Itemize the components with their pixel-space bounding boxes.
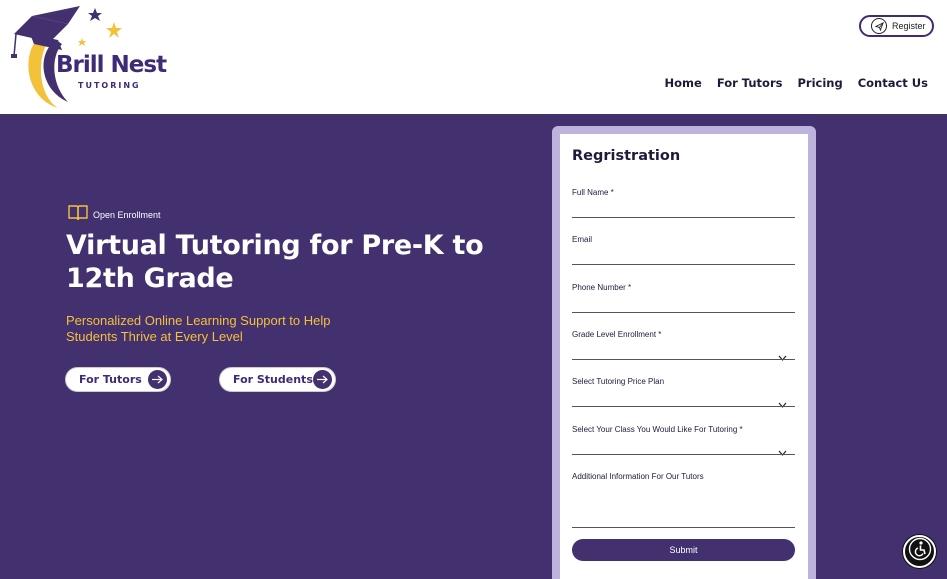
phone-field: Phone Number * [572, 283, 795, 313]
additional-info-field: Additional Information For Our Tutors [572, 472, 795, 528]
class-select-underline [572, 454, 795, 455]
book-icon [68, 204, 88, 226]
email-label: Email [572, 235, 593, 244]
class-select-field[interactable]: Select Your Class You Would Like For Tut… [572, 425, 795, 456]
price-plan-underline [572, 406, 795, 407]
for-tutors-label: For Tutors [79, 373, 142, 386]
chevron-down-icon [778, 443, 787, 461]
hero-section: Open Enrollment Virtual Tutoring for Pre… [0, 114, 947, 579]
registration-card-frame: Regristration Full Name * Email Phone Nu… [552, 126, 816, 579]
accessibility-button[interactable] [903, 535, 936, 568]
enrollment-badge: Open Enrollment [68, 204, 161, 226]
hero-title: Virtual Tutoring for Pre-K to 12th Grade [66, 230, 484, 294]
full-name-label: Full Name * [572, 188, 614, 197]
phone-input[interactable] [572, 294, 795, 312]
nav-pricing[interactable]: Pricing [797, 76, 842, 90]
email-underline [572, 264, 795, 265]
register-button[interactable]: Register [859, 15, 934, 37]
submit-button[interactable]: Submit [572, 539, 795, 561]
price-plan-field[interactable]: Select Tutoring Price Plan [572, 377, 795, 408]
brand-logo[interactable]: Brill Nest TUTORING [10, 4, 170, 112]
hero-subtitle: Personalized Online Learning Support to … [66, 313, 331, 344]
email-input[interactable] [572, 246, 795, 264]
form-title: Regristration [572, 148, 681, 164]
price-plan-label: Select Tutoring Price Plan [572, 377, 665, 386]
logo-brand-name: Brill Nest [56, 52, 167, 78]
additional-info-label: Additional Information For Our Tutors [572, 472, 704, 481]
site-header: Brill Nest TUTORING Register Home For Tu… [0, 0, 947, 114]
grade-level-label: Grade Level Enrollment * [572, 330, 662, 339]
nav-home[interactable]: Home [665, 76, 702, 90]
for-students-label: For Students [233, 373, 313, 386]
chevron-down-icon [778, 348, 787, 366]
phone-label: Phone Number * [572, 283, 632, 292]
submit-label: Submit [669, 545, 698, 555]
for-students-button[interactable]: For Students [219, 367, 336, 392]
additional-info-textarea[interactable] [572, 486, 795, 524]
additional-info-underline [572, 527, 795, 528]
registration-form: Regristration Full Name * Email Phone Nu… [560, 134, 808, 579]
full-name-field: Full Name * [572, 188, 795, 218]
arrow-right-icon [148, 370, 167, 389]
enrollment-label: Open Enrollment [93, 210, 161, 220]
grade-level-field[interactable]: Grade Level Enrollment * [572, 330, 795, 361]
nav-contact-us[interactable]: Contact Us [858, 76, 928, 90]
phone-underline [572, 312, 795, 313]
accessibility-icon [908, 537, 932, 566]
email-field: Email [572, 235, 795, 265]
full-name-input[interactable] [572, 199, 795, 217]
arrow-right-icon [313, 370, 332, 389]
full-name-underline [572, 217, 795, 218]
register-label: Register [892, 21, 926, 31]
nav-for-tutors[interactable]: For Tutors [717, 76, 783, 90]
logo-subtitle: TUTORING [78, 81, 141, 90]
chevron-down-icon [778, 395, 787, 413]
grade-level-underline [572, 359, 795, 360]
send-icon [871, 18, 887, 34]
class-select-label: Select Your Class You Would Like For Tut… [572, 425, 743, 434]
for-tutors-button[interactable]: For Tutors [65, 367, 171, 392]
main-nav: Home For Tutors Pricing Contact Us [665, 76, 929, 90]
